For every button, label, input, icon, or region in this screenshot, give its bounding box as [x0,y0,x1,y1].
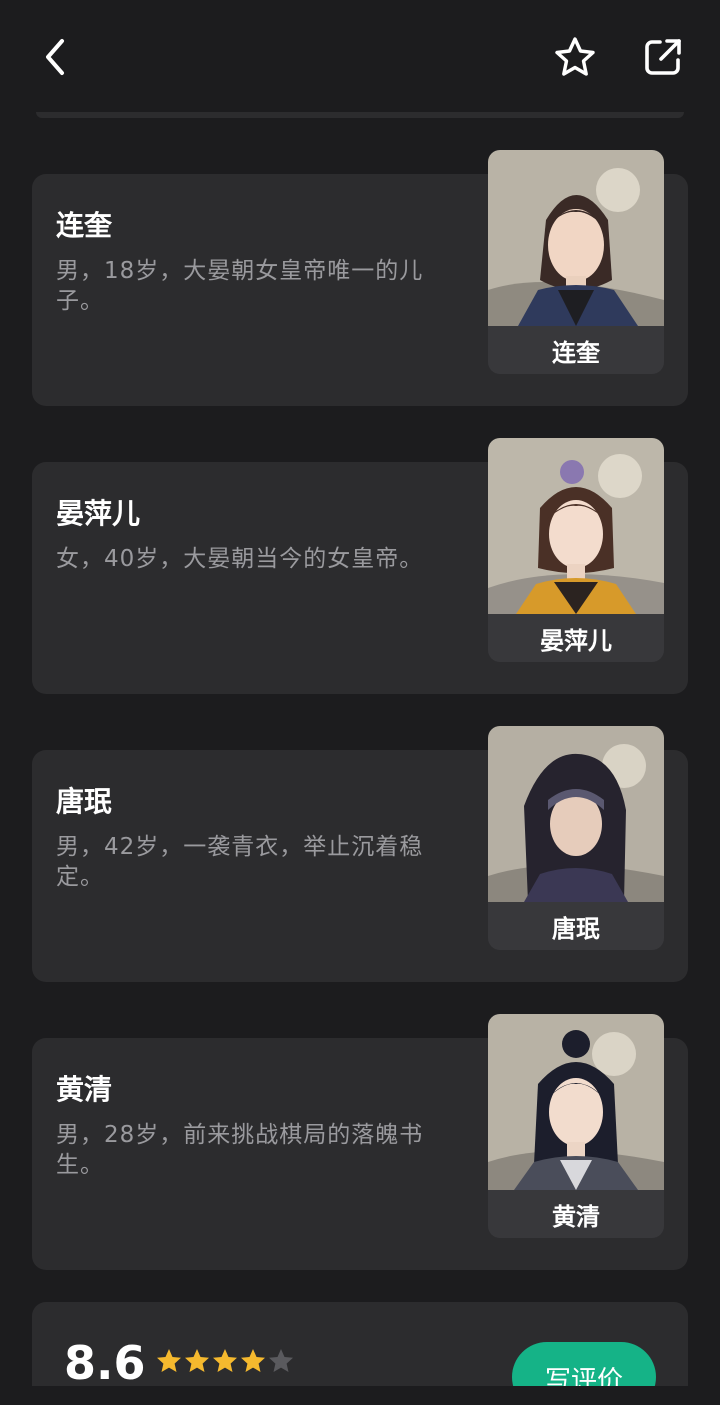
rating-score: 8.6 [64,1336,146,1386]
favorite-button[interactable] [548,30,602,84]
character-portrait[interactable]: 连奎 [488,150,664,374]
back-button[interactable] [30,30,80,84]
portrait-image [488,726,664,902]
character-portrait[interactable]: 唐珉 [488,726,664,950]
portrait-image [488,438,664,614]
character-name: 晏萍儿 [56,497,141,530]
write-review-button[interactable]: 写评价 [512,1342,656,1386]
share-button[interactable] [636,30,690,84]
star-outline-icon [555,37,595,76]
chevron-left-icon [46,39,64,75]
character-portrait[interactable]: 黄清 [488,1014,664,1238]
character-description: 男，42岁，一袭青衣，举止沉着稳定。 [56,834,424,890]
character-description: 男，28岁，前来挑战棋局的落魄书生。 [56,1122,424,1178]
character-portrait[interactable]: 晏萍儿 [488,438,664,662]
portrait-image [488,1014,664,1190]
character-name: 连奎 [56,209,113,242]
rating-card: 8.6 写评价 [32,1302,688,1386]
portrait-label: 黄清 [488,1190,664,1238]
bottom-edge [0,1386,720,1405]
character-description: 男，18岁，大晏朝女皇帝唯一的儿子。 [56,258,424,314]
top-bar [0,0,720,112]
portrait-label: 连奎 [488,326,664,374]
star-empty-icon [269,1349,293,1372]
rating-stars [156,1348,294,1374]
character-name: 黄清 [56,1073,113,1106]
portrait-label: 唐珉 [488,902,664,950]
external-link-icon [645,39,681,75]
portrait-label: 晏萍儿 [488,614,664,662]
star-filled-icon [185,1349,209,1372]
star-filled-icon [241,1349,265,1372]
character-description: 女，40岁，大晏朝当今的女皇帝。 [56,546,424,572]
star-filled-icon [157,1349,181,1372]
header-divider [36,112,684,118]
star-filled-icon [213,1349,237,1372]
character-name: 唐珉 [56,785,113,818]
portrait-image [488,150,664,326]
